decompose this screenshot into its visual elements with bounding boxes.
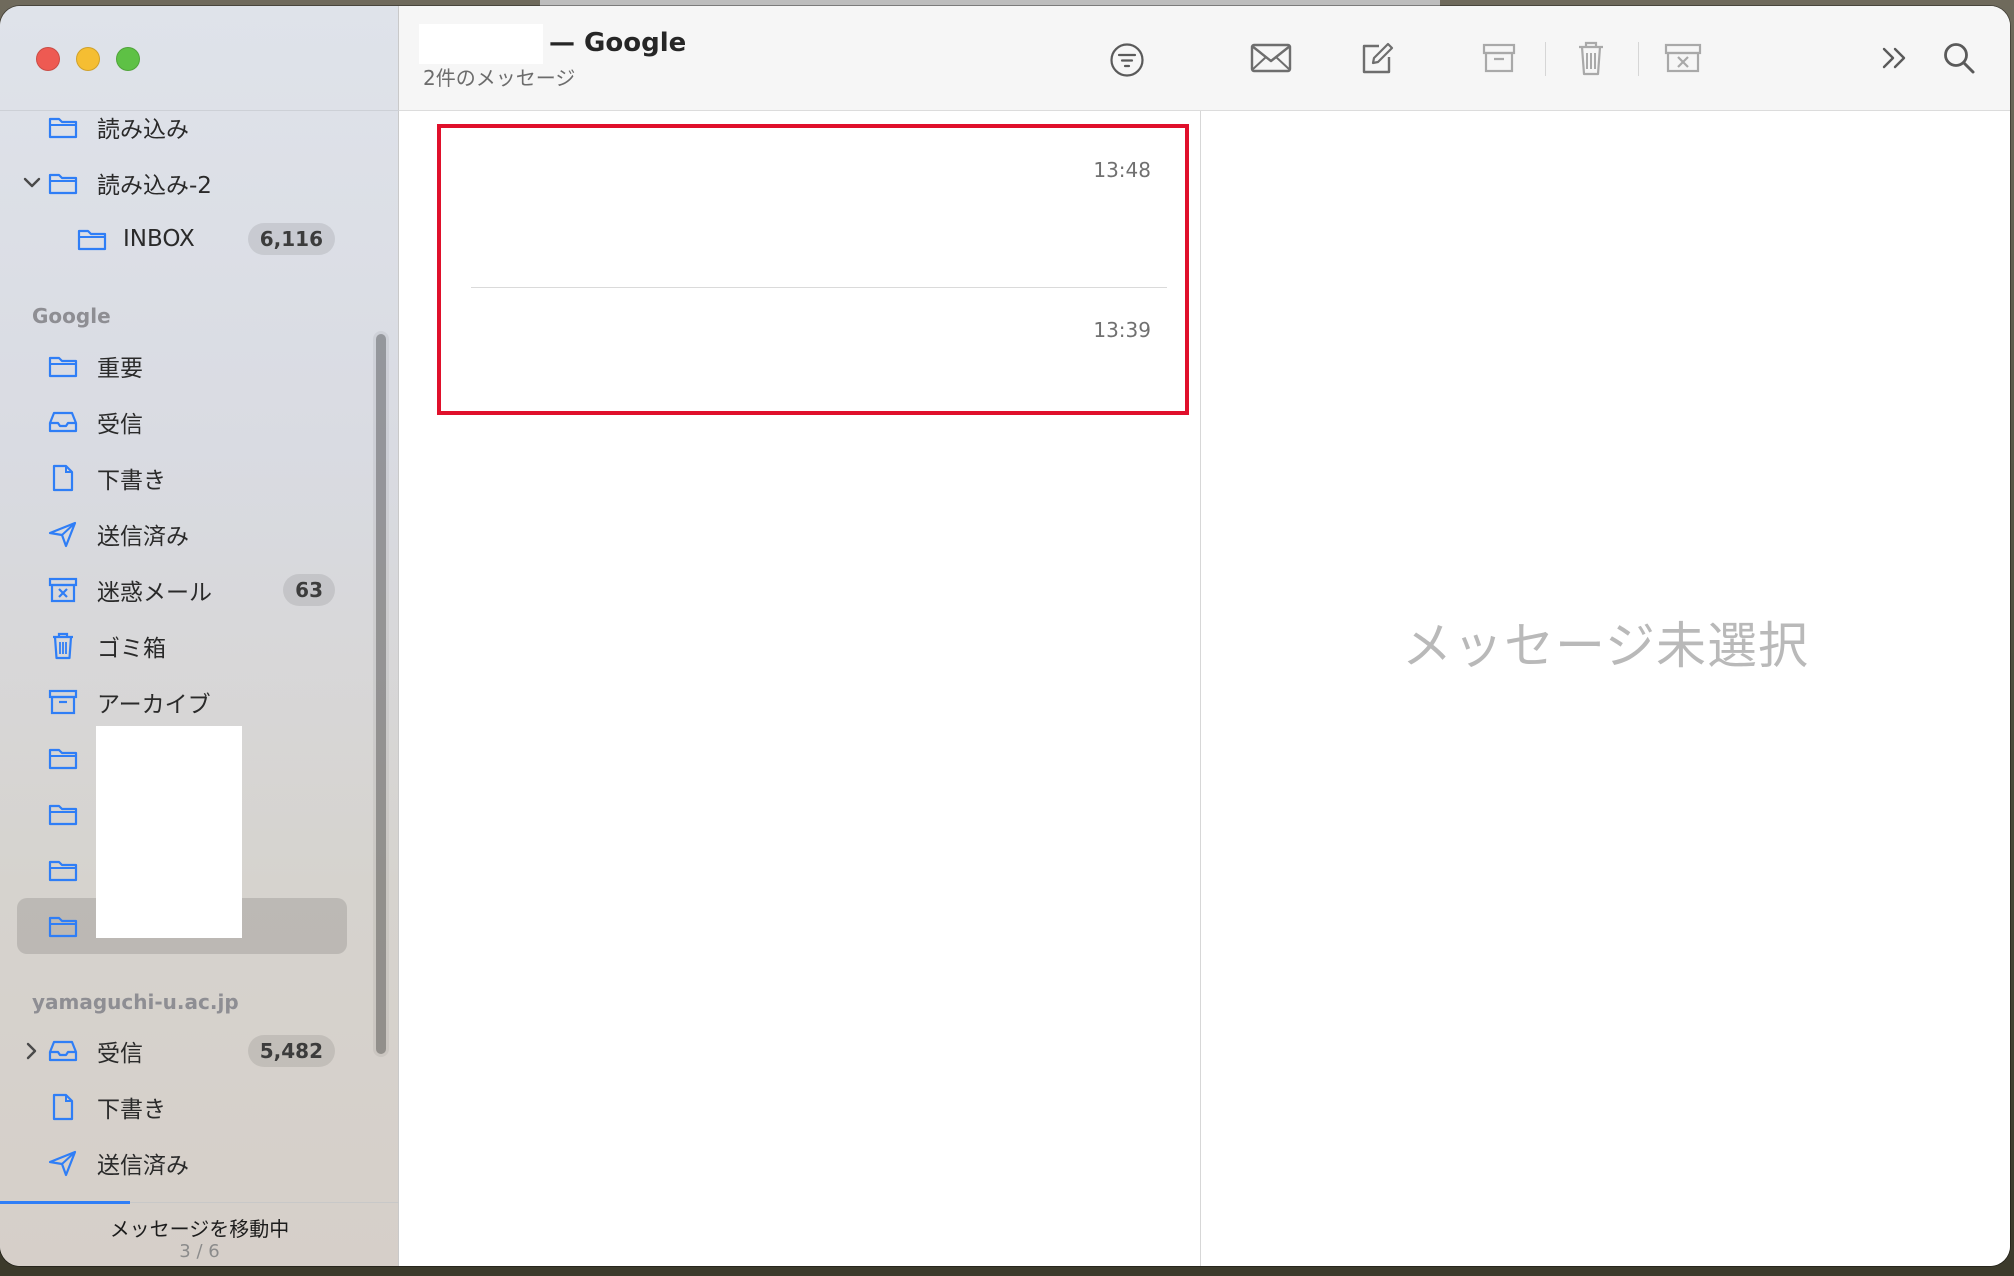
sidebar-item-label: 下書き <box>97 468 166 494</box>
document-icon <box>48 463 78 493</box>
sidebar-item-juuyou[interactable]: 重要 <box>0 341 399 391</box>
activity-progress-bar <box>0 1201 130 1204</box>
junk-box-icon <box>48 575 78 605</box>
inbox-tray-icon <box>48 407 78 437</box>
sidebar-scrollbar[interactable] <box>373 331 389 1057</box>
main-toolbar <box>1201 6 2010 111</box>
filter-icon <box>1110 43 1144 77</box>
message-list-pane: — Google 2件のメッセージ 13:48 13:39 <box>399 6 1201 1266</box>
sidebar-item-yamaguchi-soushinzumi[interactable]: 送信済み <box>0 1138 399 1188</box>
archive-icon <box>1482 43 1516 73</box>
unread-count-badge: 6,116 <box>247 223 335 255</box>
folder-icon <box>48 112 78 142</box>
archive-box-icon <box>48 687 78 717</box>
sidebar-item-yamaguchi-jushin[interactable]: 受信 5,482 <box>0 1026 399 1076</box>
sidebar-item-archive[interactable]: アーカイブ <box>0 677 399 727</box>
envelope-icon <box>1250 43 1292 73</box>
sidebar-item-yomikomi[interactable]: 読み込み <box>0 102 399 152</box>
activity-progress-count: 3 / 6 <box>179 1241 220 1262</box>
window-controls <box>36 47 140 71</box>
sidebar-item-soushinzumi[interactable]: 送信済み <box>0 509 399 559</box>
redacted-folder-names <box>96 726 242 938</box>
zoom-window-button[interactable] <box>116 47 140 71</box>
paper-plane-icon <box>48 519 78 549</box>
sidebar-item-jushin[interactable]: 受信 <box>0 397 399 447</box>
get-mail-button[interactable] <box>1247 34 1295 82</box>
search-button[interactable] <box>1935 34 1983 82</box>
toolbar-separator <box>1638 42 1639 76</box>
junk-icon <box>1664 43 1702 73</box>
message-list-toolbar: — Google 2件のメッセージ <box>399 6 1201 111</box>
sidebar-item-meiwaku[interactable]: 迷惑メール 63 <box>0 565 399 615</box>
sidebar-item-label: 下書き <box>97 1097 166 1123</box>
unread-count-badge: 5,482 <box>247 1035 335 1067</box>
chevron-down-icon[interactable] <box>22 173 42 193</box>
inbox-tray-icon <box>48 1036 78 1066</box>
activity-status: メッセージを移動中 3 / 6 <box>0 1201 399 1266</box>
junk-button[interactable] <box>1659 34 1707 82</box>
sidebar: 読み込み 読み込み-2 INBOX 6,116 Google 重要 受信 下書き… <box>0 6 399 1266</box>
sidebar-item-label: ゴミ箱 <box>97 636 166 662</box>
folder-icon <box>48 855 78 885</box>
close-window-button[interactable] <box>36 47 60 71</box>
sidebar-item-shitagaki[interactable]: 下書き <box>0 453 399 503</box>
compose-button[interactable] <box>1353 34 1401 82</box>
sidebar-item-gomibako[interactable]: ゴミ箱 <box>0 621 399 671</box>
paper-plane-icon <box>48 1148 78 1178</box>
delete-button[interactable] <box>1567 34 1615 82</box>
sidebar-item-label: 送信済み <box>97 524 189 550</box>
sidebar-item-label: 送信済み <box>97 1153 189 1179</box>
trash-icon <box>1579 41 1603 76</box>
mailbox-title: — Google <box>549 28 687 58</box>
compose-icon <box>1362 42 1394 74</box>
activity-status-text: メッセージを移動中 <box>109 1217 290 1241</box>
mail-window: 読み込み 読み込み-2 INBOX 6,116 Google 重要 受信 下書き… <box>0 6 2010 1266</box>
search-icon <box>1944 43 1975 74</box>
section-header-yamaguchi[interactable]: yamaguchi-u.ac.jp <box>32 990 239 1014</box>
toolbar-separator <box>1545 42 1546 76</box>
filter-button[interactable] <box>1109 42 1145 78</box>
sidebar-item-label: 読み込み <box>97 117 189 143</box>
sidebar-item-yomikomi-2[interactable]: 読み込み-2 <box>0 158 399 208</box>
chevron-right-icon[interactable] <box>22 1041 42 1061</box>
message-count: 2件のメッセージ <box>423 66 576 90</box>
sidebar-item-label: アーカイブ <box>97 692 211 718</box>
annotation-highlight-box <box>437 124 1189 415</box>
sidebar-item-label: 重要 <box>97 356 143 382</box>
section-header-google[interactable]: Google <box>32 304 111 328</box>
archive-button[interactable] <box>1475 34 1523 82</box>
folder-icon <box>48 799 78 829</box>
sidebar-item-label: 受信 <box>97 412 143 438</box>
folder-icon <box>77 224 107 254</box>
sidebar-item-label: 読み込み-2 <box>97 173 212 199</box>
sidebar-item-inbox[interactable]: INBOX 6,116 <box>0 214 399 264</box>
unread-count-badge: 63 <box>283 574 335 606</box>
more-chevron-icon <box>1882 47 1906 69</box>
folder-icon <box>48 743 78 773</box>
redacted-mailbox-name <box>419 24 543 64</box>
folder-icon <box>48 168 78 198</box>
sidebar-item-label: 迷惑メール <box>97 580 212 606</box>
sidebar-item-label: INBOX <box>123 226 195 252</box>
sidebar-item-label: 受信 <box>97 1041 143 1067</box>
folder-icon <box>48 911 78 941</box>
document-icon <box>48 1092 78 1122</box>
more-toolbar-button[interactable] <box>1871 34 1919 82</box>
folder-icon <box>48 351 78 381</box>
no-message-selected-text: メッセージ未選択 <box>1402 617 1809 675</box>
message-viewer-pane: メッセージ未選択 <box>1201 6 2010 1266</box>
minimize-window-button[interactable] <box>76 47 100 71</box>
sidebar-item-yamaguchi-shitagaki[interactable]: 下書き <box>0 1082 399 1132</box>
sidebar-scrollbar-thumb[interactable] <box>376 334 386 1054</box>
trash-icon <box>48 631 78 661</box>
